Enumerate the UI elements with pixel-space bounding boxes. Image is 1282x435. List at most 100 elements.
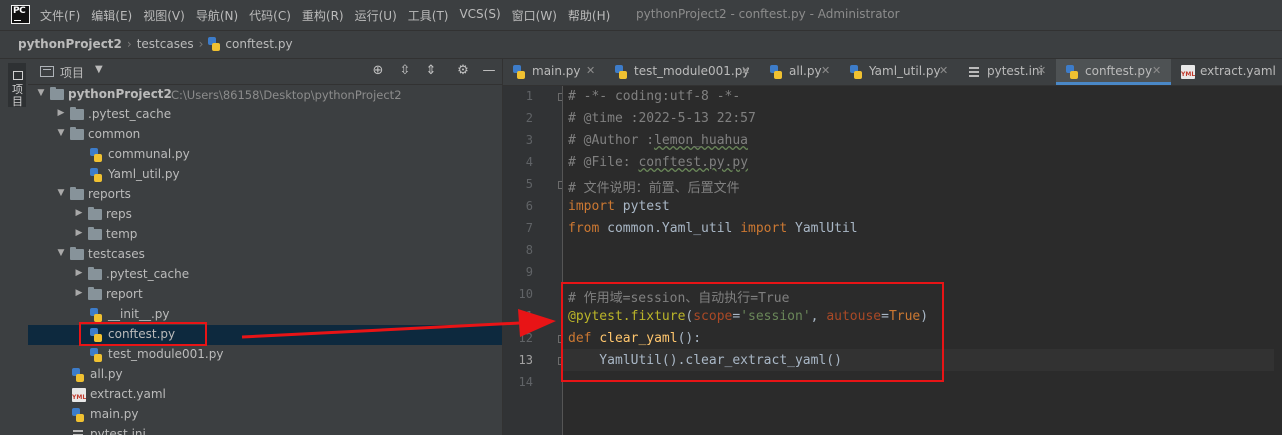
tree-item[interactable]: ▶ temp	[28, 225, 502, 245]
line-number: 7	[525, 221, 533, 235]
python-file-icon	[513, 65, 525, 79]
tree-item[interactable]: ▼ reports	[28, 185, 502, 205]
code-line-5: # 文件说明：前置、后置文件	[568, 181, 740, 196]
close-icon[interactable]: ✕	[939, 64, 948, 77]
annotation-box-conftest	[79, 322, 207, 346]
chevron-right-icon[interactable]: ▶	[74, 268, 84, 278]
folder-icon	[88, 227, 102, 240]
folder-icon	[50, 87, 64, 100]
breadcrumb-file[interactable]: conftest.py	[225, 37, 292, 51]
pycharm-logo-icon: PC	[11, 5, 30, 24]
chevron-down-icon[interactable]: ▼	[36, 88, 46, 98]
chevron-down-icon[interactable]: ▼	[56, 188, 66, 198]
breadcrumb-folder[interactable]: testcases	[137, 37, 194, 51]
menu-item[interactable]: 工具(T)	[408, 7, 449, 24]
tree-item[interactable]: ▶ reps	[28, 205, 502, 225]
folder-icon	[70, 247, 84, 260]
tab-main-py[interactable]: main.py ✕	[503, 59, 605, 85]
navigation-bar: pythonProject2 › testcases › conftest.py	[0, 30, 1282, 59]
tree-item[interactable]: ▶ .pytest_cache	[28, 265, 502, 285]
folder-icon	[88, 207, 102, 220]
tree-item-label: communal.py	[108, 147, 190, 161]
tab-all-py[interactable]: all.py ✕	[760, 59, 840, 85]
tab-label: pytest.ini	[987, 64, 1043, 78]
main-menu: 文件(F) 编辑(E) 视图(V) 导航(N) 代码(C) 重构(R) 运行(U) 工具(T)…	[40, 7, 621, 24]
tree-item-label: __init__.py	[108, 307, 170, 321]
code-line-4: # @File: conftest.py.py	[568, 155, 749, 170]
menu-item[interactable]: VCS(S)	[459, 7, 500, 24]
locate-icon[interactable]: ⊕	[370, 63, 386, 79]
tree-item[interactable]: YML extract.yaml	[28, 385, 502, 405]
tab-label: main.py	[532, 64, 581, 78]
chevron-right-icon[interactable]: ▶	[74, 228, 84, 238]
chevron-down-icon[interactable]: ▼	[56, 128, 66, 138]
tree-item[interactable]: Yaml_util.py	[28, 165, 502, 185]
editor-tabs: main.py ✕ test_module001.py ✕ all.py ✕ Yaml_ut…	[502, 59, 1282, 86]
tab-yaml-util-py[interactable]: Yaml_util.py ✕	[840, 59, 958, 85]
chevron-down-icon[interactable]: ▼	[56, 248, 66, 258]
tree-item[interactable]: main.py	[28, 405, 502, 425]
tree-item[interactable]: ▼ pythonProject2 C:\Users\86158\Desktop\py…	[28, 85, 502, 105]
collapse-all-icon[interactable]: ⇕	[423, 63, 439, 79]
tree-item-label: all.py	[90, 367, 123, 381]
tree-item-label: pythonProject2	[68, 87, 172, 101]
tree-item[interactable]: ▼ common	[28, 125, 502, 145]
menu-item[interactable]: 导航(N)	[196, 7, 238, 24]
tree-item[interactable]: ▶ report	[28, 285, 502, 305]
tree-item[interactable]: ▼ testcases	[28, 245, 502, 265]
project-panel-title[interactable]: 项目	[60, 64, 84, 81]
project-path: C:\Users\86158\Desktop\pythonProject2	[171, 88, 402, 102]
project-tool-button[interactable]: 项目	[8, 63, 26, 108]
close-icon[interactable]: ✕	[1037, 64, 1046, 77]
close-icon[interactable]: ✕	[586, 64, 595, 77]
chevron-down-icon[interactable]: ▼	[95, 64, 103, 75]
close-icon[interactable]: ✕	[1152, 64, 1161, 77]
close-icon[interactable]: ✕	[821, 64, 830, 77]
code-line-1: # -*- coding:utf-8 -*-	[568, 89, 741, 104]
tree-item-label: report	[106, 287, 143, 301]
editor-scrollbar[interactable]	[1274, 86, 1282, 435]
expand-all-icon[interactable]: ⇳	[397, 63, 413, 79]
menu-item[interactable]: 重构(R)	[302, 7, 344, 24]
menu-item[interactable]: 运行(U)	[355, 7, 397, 24]
chevron-right-icon[interactable]: ▶	[74, 288, 84, 298]
menu-item[interactable]: 编辑(E)	[91, 7, 132, 24]
tree-item[interactable]: all.py	[28, 365, 502, 385]
python-file-icon	[208, 37, 222, 51]
line-number: 3	[525, 133, 533, 147]
close-icon[interactable]: ✕	[741, 64, 750, 77]
code-line-6: import pytest	[568, 199, 670, 214]
tree-item[interactable]: ▶ .pytest_cache	[28, 105, 502, 125]
menu-item[interactable]: 帮助(H)	[568, 7, 610, 24]
python-file-icon	[850, 65, 862, 79]
tab-test-module001-py[interactable]: test_module001.py ✕	[605, 59, 760, 85]
line-number: 10	[518, 287, 533, 301]
menu-item[interactable]: 视图(V)	[143, 7, 185, 24]
tree-item-label: reps	[106, 207, 132, 221]
breadcrumb-project[interactable]: pythonProject2	[18, 37, 122, 51]
python-file-icon	[770, 65, 782, 79]
tree-item[interactable]: communal.py	[28, 145, 502, 165]
tab-label: test_module001.py	[634, 64, 750, 78]
menu-item[interactable]: 代码(C)	[249, 7, 291, 24]
menu-item[interactable]: 窗口(W)	[512, 7, 557, 24]
tab-extract-yaml[interactable]: YML extract.yaml	[1171, 59, 1282, 85]
folder-icon	[70, 107, 84, 120]
line-number: 12	[518, 331, 533, 345]
yaml-file-icon: YML	[72, 388, 86, 402]
menu-item[interactable]: 文件(F)	[40, 7, 80, 24]
tab-conftest-py[interactable]: conftest.py ✕	[1056, 59, 1171, 85]
chevron-right-icon[interactable]: ▶	[74, 208, 84, 218]
tree-item-label: .pytest_cache	[106, 267, 190, 281]
project-tool-label: 项目	[12, 83, 23, 108]
tree-item-label: pytest.ini	[90, 427, 146, 435]
chevron-right-icon[interactable]: ▶	[56, 108, 66, 118]
line-number: 2	[525, 111, 533, 125]
folder-icon	[88, 267, 102, 280]
tab-pytest-ini[interactable]: pytest.ini ✕	[958, 59, 1056, 85]
tree-item[interactable]: pytest.ini	[28, 425, 502, 435]
minimize-icon[interactable]: —	[481, 63, 497, 79]
python-file-icon	[90, 308, 102, 322]
gear-icon[interactable]: ⚙	[455, 63, 471, 79]
tree-item[interactable]: test_module001.py	[28, 345, 502, 365]
